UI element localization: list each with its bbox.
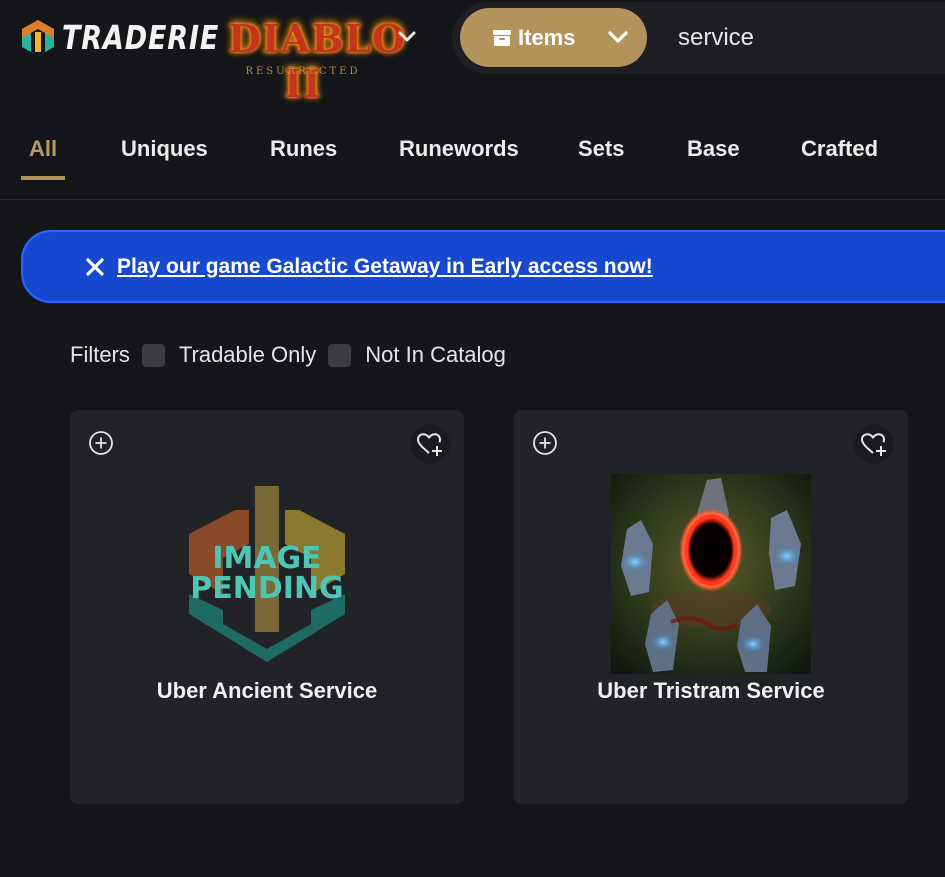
chevron-down-icon[interactable] <box>396 28 418 46</box>
active-tab-indicator <box>21 176 65 180</box>
tab-uniques[interactable]: Uniques <box>121 136 208 162</box>
tristram-portal-image <box>611 474 811 674</box>
pending-text-line2: PENDING <box>190 571 343 606</box>
tab-runewords[interactable]: Runewords <box>399 136 519 162</box>
category-tabs: All Uniques Runes Runewords Sets Base Cr… <box>0 110 945 200</box>
tab-runes[interactable]: Runes <box>270 136 337 162</box>
not-in-catalog-checkbox[interactable] <box>328 343 352 367</box>
category-label: Items <box>518 24 576 50</box>
heart-plus-icon <box>861 433 886 456</box>
tab-sets[interactable]: Sets <box>578 136 624 162</box>
diablo2-game-logo[interactable]: DIABLO II RESURRECTED <box>228 2 405 106</box>
category-dropdown-button[interactable]: Items <box>460 8 647 67</box>
plus-circle-icon[interactable] <box>532 430 558 456</box>
tradable-only-label[interactable]: Tradable Only <box>179 342 316 368</box>
tab-all[interactable]: All <box>29 136 57 162</box>
item-name[interactable]: Uber Tristram Service <box>514 678 908 704</box>
add-to-wishlist-button[interactable] <box>410 424 450 464</box>
game-subtitle: RESURRECTED <box>245 66 361 77</box>
game-title: DIABLO II <box>228 16 407 106</box>
heart-plus-icon <box>417 433 442 456</box>
tab-base[interactable]: Base <box>687 136 740 162</box>
promo-banner: Play our game Galactic Getaway in Early … <box>21 230 945 303</box>
traderie-logo[interactable]: TRADERIE <box>20 18 254 57</box>
item-card[interactable]: IMAGE PENDING Uber Ancient Service <box>70 410 464 804</box>
top-header: TRADERIE DIABLO II RESURRECTED Items <box>0 0 945 106</box>
filters-row: Filters Tradable Only Not In Catalog <box>70 342 506 368</box>
plus-circle-icon[interactable] <box>88 430 114 456</box>
filters-label: Filters <box>70 342 130 367</box>
item-name[interactable]: Uber Ancient Service <box>70 678 464 704</box>
search-input[interactable] <box>678 20 945 56</box>
item-card[interactable]: Uber Tristram Service <box>514 410 908 804</box>
tab-crafted[interactable]: Crafted <box>801 136 878 162</box>
chevron-down-icon <box>608 31 628 43</box>
image-pending-placeholder: IMAGE PENDING <box>189 486 345 662</box>
promo-link[interactable]: Play our game Galactic Getaway in Early … <box>117 255 653 279</box>
not-in-catalog-label[interactable]: Not In Catalog <box>365 342 506 368</box>
traderie-logo-icon <box>22 19 54 56</box>
close-icon[interactable] <box>85 257 105 277</box>
search-bar: Items <box>452 2 945 74</box>
tradable-only-checkbox[interactable] <box>141 343 165 367</box>
archive-box-icon <box>493 29 511 46</box>
add-to-wishlist-button[interactable] <box>854 424 894 464</box>
brand-name: TRADERIE <box>62 18 220 57</box>
